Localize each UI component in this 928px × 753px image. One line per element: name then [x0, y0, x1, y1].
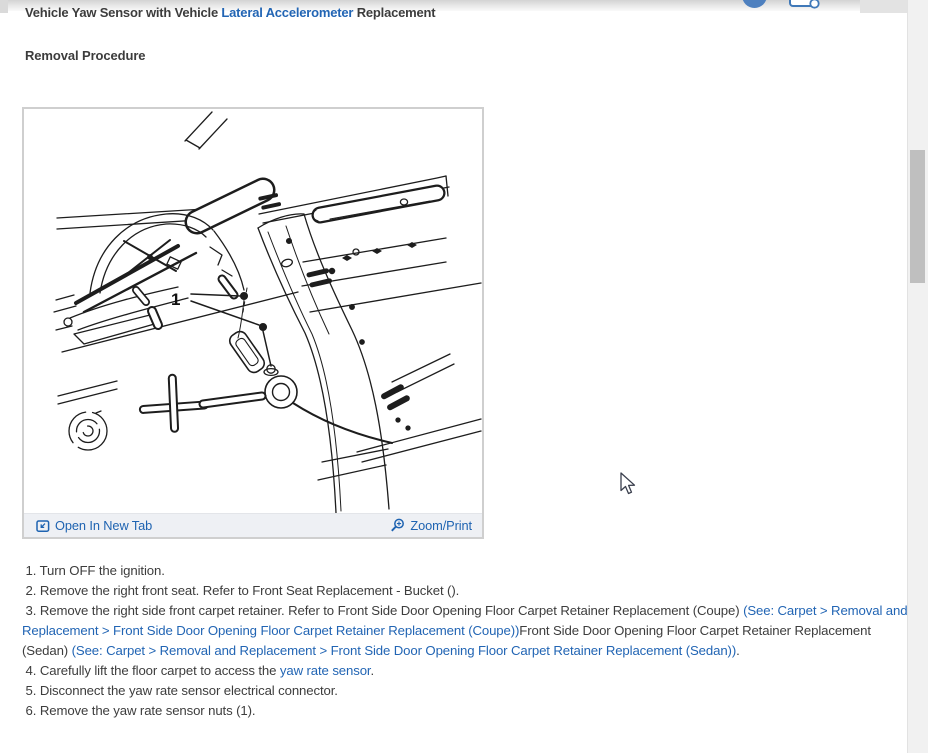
figure-toolbar: Open In New Tab Zoom/Print — [24, 513, 482, 537]
scrollbar-thumb[interactable] — [910, 150, 925, 283]
open-in-new-tab-link[interactable]: Open In New Tab — [36, 518, 152, 533]
procedure-step: 2. Remove the right front seat. Refer to… — [22, 581, 908, 601]
zoom-print-link[interactable]: Zoom/Print — [390, 518, 472, 533]
step-text: 5. Disconnect the yaw rate sensor electr… — [22, 683, 338, 698]
title-text-post: Replacement — [353, 5, 436, 20]
procedure-step: 6. Remove the yaw rate sensor nuts (1). — [22, 701, 908, 721]
inline-link[interactable]: (See: Carpet > Removal and Replacement >… — [72, 643, 737, 658]
step-text: . — [370, 663, 374, 678]
mouse-cursor — [620, 472, 640, 501]
printer-icon[interactable] — [788, 0, 820, 16]
step-text: 2. Remove the right front seat. Refer to… — [22, 583, 460, 598]
procedure-step: 5. Disconnect the yaw rate sensor electr… — [22, 681, 908, 701]
zoom-print-label: Zoom/Print — [410, 518, 472, 533]
figure-diagram: 1 — [24, 109, 482, 514]
title-text-pre: Vehicle Yaw Sensor with Vehicle — [25, 5, 222, 20]
procedure-step: 4. Carefully lift the floor carpet to ac… — [22, 661, 908, 681]
procedure-step: 3. Remove the right side front carpet re… — [22, 601, 908, 661]
scrollbar-track[interactable] — [907, 0, 928, 753]
step-text: 1. Turn OFF the ignition. — [22, 563, 165, 578]
figure-callout-label: 1 — [171, 290, 180, 309]
figure-frame: 1 Open In New Tab Zoom/Print — [22, 107, 484, 539]
zoom-plus-icon — [391, 518, 405, 532]
step-text: 4. Carefully lift the floor carpet to ac… — [22, 663, 280, 678]
title-link-lateral-accelerometer[interactable]: Lateral Accelerometer — [221, 5, 353, 20]
procedure-step: 1. Turn OFF the ignition. — [22, 561, 908, 581]
section-heading: Removal Procedure — [25, 48, 146, 63]
inline-link[interactable]: yaw rate sensor — [280, 663, 371, 678]
step-text: . — [736, 643, 740, 658]
page-title: Vehicle Yaw Sensor with Vehicle Lateral … — [25, 5, 436, 20]
open-in-new-tab-label: Open In New Tab — [55, 518, 153, 533]
step-text: 6. Remove the yaw rate sensor nuts (1). — [22, 703, 256, 718]
open-in-new-tab-icon — [36, 519, 50, 532]
procedure-steps: 1. Turn OFF the ignition. 2. Remove the … — [22, 561, 908, 721]
step-text: 3. Remove the right side front carpet re… — [22, 603, 744, 618]
left-corner-strip — [0, 0, 8, 13]
floor-pan-diagram-image: 1 — [53, 111, 482, 514]
